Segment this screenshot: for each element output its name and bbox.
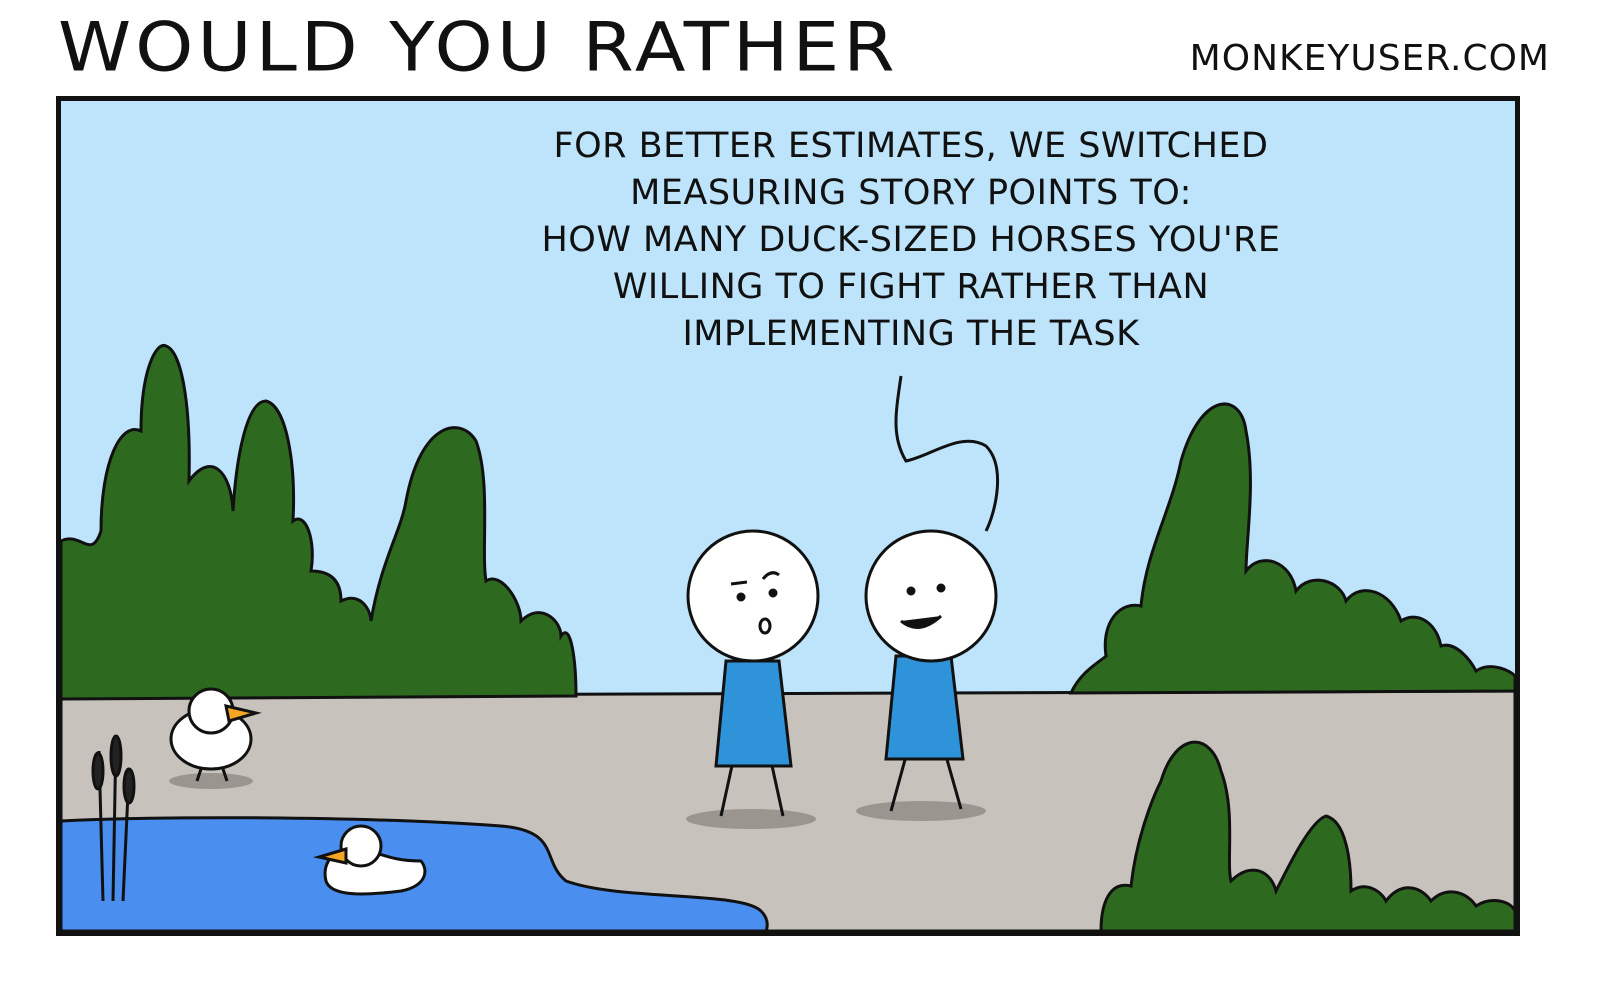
comic-title: WOULD YOU RATHER [58,8,899,88]
speech-line: HOW MANY DUCK-SIZED HORSES YOU'RE [541,220,1281,260]
site-name: MONKEYUSER.COM [1189,38,1550,79]
speech-line: FOR BETTER ESTIMATES, WE SWITCHED [553,126,1269,166]
speech-text: FOR BETTER ESTIMATES, WE SWITCHED MEASUR… [461,123,1361,358]
comic-panel: FOR BETTER ESTIMATES, WE SWITCHED MEASUR… [56,96,1520,936]
speech-line: IMPLEMENTING THE TASK [682,314,1140,354]
speech-line: MEASURING STORY POINTS TO: [630,173,1192,213]
bush-left [61,344,578,701]
bush-right [1068,402,1515,695]
speech-line: WILLING TO FIGHT RATHER THAN [612,267,1210,307]
speech-tail [894,375,1000,532]
